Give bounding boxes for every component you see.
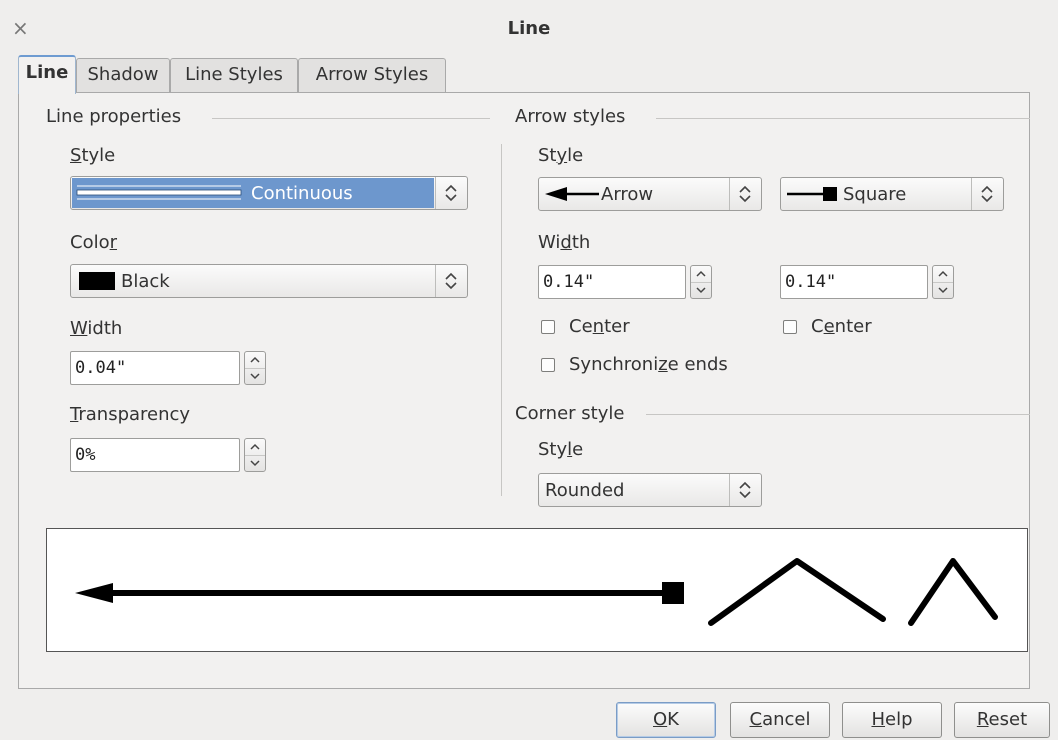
arrow-head-icon bbox=[545, 187, 599, 201]
line-width-spin[interactable] bbox=[70, 351, 270, 385]
line-properties-title: Line properties bbox=[46, 106, 182, 127]
line-style-label: Style bbox=[70, 145, 116, 166]
preview-corner-wide bbox=[708, 558, 886, 626]
updown-chevron-icon bbox=[739, 481, 751, 499]
tab-line-label: Line bbox=[25, 62, 69, 83]
center-start-checkbox[interactable]: Center bbox=[541, 316, 661, 340]
transparency-spin-buttons[interactable] bbox=[244, 438, 266, 472]
column-separator bbox=[501, 144, 502, 496]
cancel-button[interactable]: Cancel bbox=[730, 702, 830, 738]
arrow-width-label: Width bbox=[538, 232, 591, 253]
updown-chevron-icon bbox=[981, 185, 993, 203]
color-label: Color bbox=[70, 232, 118, 253]
end-arrow-width-input[interactable] bbox=[780, 265, 928, 299]
tab-arrow-styles[interactable]: Arrow Styles bbox=[298, 58, 446, 92]
ok-button[interactable]: OK bbox=[616, 702, 716, 738]
tab-shadow[interactable]: Shadow bbox=[76, 58, 170, 92]
line-style-value: Continuous bbox=[251, 183, 353, 204]
end-arrow-style-combo[interactable]: Square bbox=[780, 177, 1004, 211]
start-arrow-width-spin-buttons[interactable] bbox=[690, 265, 712, 299]
end-arrow-dropdown-toggle[interactable] bbox=[971, 178, 1003, 210]
chevron-up-icon bbox=[250, 356, 260, 363]
continuous-line-icon bbox=[75, 182, 243, 204]
line-style-dropdown-toggle[interactable] bbox=[435, 177, 467, 209]
center-end-checkbox[interactable]: Center bbox=[783, 316, 903, 340]
arrow-styles-rule bbox=[656, 118, 1030, 119]
start-arrow-width-input[interactable] bbox=[538, 265, 686, 299]
corner-style-combo[interactable]: Rounded bbox=[538, 473, 762, 507]
color-combo[interactable]: Black bbox=[70, 264, 468, 298]
updown-chevron-icon bbox=[445, 272, 457, 290]
start-arrow-style-combo[interactable]: Arrow bbox=[538, 177, 762, 211]
title-bar: × Line bbox=[0, 0, 1058, 56]
start-arrow-dropdown-toggle[interactable] bbox=[729, 178, 761, 210]
color-dropdown-toggle[interactable] bbox=[435, 265, 467, 297]
transparency-decrement[interactable] bbox=[245, 455, 265, 471]
line-width-input[interactable] bbox=[70, 351, 240, 385]
square-end-icon bbox=[787, 187, 837, 201]
corner-style-title: Corner style bbox=[515, 403, 625, 424]
transparency-spin[interactable] bbox=[70, 438, 270, 472]
color-swatch bbox=[79, 272, 115, 290]
end-arrow-width-increment[interactable] bbox=[933, 266, 953, 283]
line-width-increment[interactable] bbox=[245, 352, 265, 369]
synchronize-ends-label: Synchronize ends bbox=[569, 354, 728, 375]
tab-arrow-styles-label: Arrow Styles bbox=[315, 64, 429, 85]
color-value: Black bbox=[121, 271, 170, 292]
help-button[interactable]: Help bbox=[842, 702, 942, 738]
chevron-up-icon bbox=[250, 443, 260, 450]
arrow-style-label: Style bbox=[538, 145, 584, 166]
line-width-decrement[interactable] bbox=[245, 368, 265, 384]
line-preview-drawing bbox=[75, 558, 998, 626]
transparency-increment[interactable] bbox=[245, 439, 265, 456]
line-properties-rule bbox=[212, 118, 490, 119]
tab-line[interactable]: Line bbox=[18, 55, 76, 94]
checkbox-box[interactable] bbox=[541, 320, 555, 334]
chevron-down-icon bbox=[250, 373, 260, 380]
start-arrow-width-spin[interactable] bbox=[538, 265, 718, 299]
chevron-down-icon bbox=[938, 287, 948, 294]
end-arrow-width-spin-buttons[interactable] bbox=[932, 265, 954, 299]
start-arrow-width-decrement[interactable] bbox=[691, 282, 711, 298]
corner-style-value: Rounded bbox=[545, 480, 625, 501]
center-end-label: Center bbox=[811, 316, 872, 337]
updown-chevron-icon bbox=[445, 184, 457, 202]
corner-style-dropdown-toggle[interactable] bbox=[729, 474, 761, 506]
preview-square-end bbox=[662, 582, 684, 604]
tab-shadow-label: Shadow bbox=[87, 64, 159, 85]
window-title: Line bbox=[507, 18, 551, 39]
line-width-spin-buttons[interactable] bbox=[244, 351, 266, 385]
line-width-label: Width bbox=[70, 318, 123, 339]
center-start-label: Center bbox=[569, 316, 630, 337]
corner-style-label: Style bbox=[538, 439, 584, 460]
tab-line-styles[interactable]: Line Styles bbox=[170, 58, 298, 92]
checkbox-box[interactable] bbox=[783, 320, 797, 334]
corner-style-rule bbox=[646, 414, 1030, 415]
end-arrow-width-spin[interactable] bbox=[780, 265, 960, 299]
chevron-up-icon bbox=[696, 270, 706, 277]
reset-button[interactable]: Reset bbox=[954, 702, 1050, 738]
preview-corner-narrow bbox=[908, 558, 998, 626]
arrow-styles-title: Arrow styles bbox=[515, 106, 626, 127]
transparency-label: Transparency bbox=[70, 404, 191, 425]
chevron-up-icon bbox=[938, 270, 948, 277]
checkbox-box[interactable] bbox=[541, 358, 555, 372]
chevron-down-icon bbox=[250, 460, 260, 467]
start-arrow-width-increment[interactable] bbox=[691, 266, 711, 283]
end-arrow-style-value: Square bbox=[843, 184, 907, 205]
end-arrow-width-decrement[interactable] bbox=[933, 282, 953, 298]
start-arrow-style-value: Arrow bbox=[601, 184, 654, 205]
updown-chevron-icon bbox=[739, 185, 751, 203]
tab-line-styles-label: Line Styles bbox=[185, 64, 283, 85]
line-style-combo[interactable]: Continuous bbox=[70, 176, 468, 210]
transparency-input[interactable] bbox=[70, 438, 240, 472]
synchronize-ends-checkbox[interactable]: Synchronize ends bbox=[541, 354, 771, 378]
chevron-down-icon bbox=[696, 287, 706, 294]
line-preview bbox=[46, 528, 1028, 652]
